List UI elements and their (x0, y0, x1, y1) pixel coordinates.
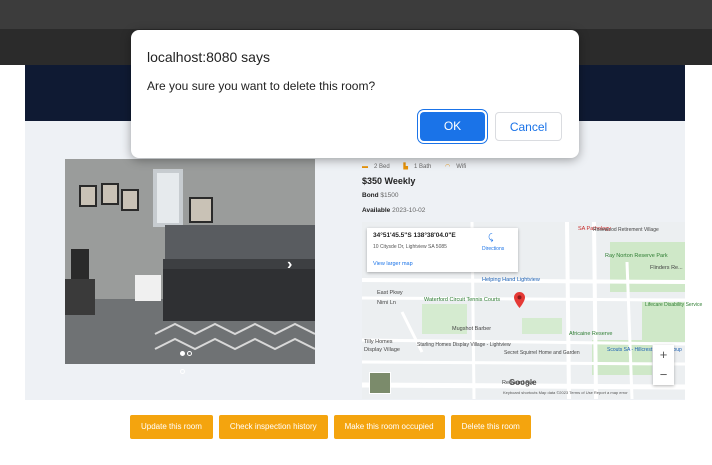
directions-icon[interactable]: ⤹ (488, 232, 493, 243)
carousel-next-icon[interactable]: › (287, 256, 292, 274)
feature-baths-label: 1 Bath (413, 164, 432, 170)
update-room-button[interactable]: Update this room (130, 415, 213, 439)
view-larger-map-link[interactable]: View larger map (373, 261, 413, 267)
map-layer-toggle[interactable] (369, 372, 391, 394)
bond-label: Bond (362, 192, 379, 199)
map-coordinates: 34°51'45.5"S 138°38'04.0"E (373, 232, 456, 239)
feature-beds: ▬ 2 Bed (362, 164, 396, 170)
map-label-africaine: Africaine Reserve (569, 331, 613, 337)
map-address: 10 Citysde Dr, Lightview SA 5085 (373, 244, 447, 250)
dialog-message: Are you sure you want to delete this roo… (147, 79, 376, 93)
directions-link[interactable]: Directions (482, 246, 504, 252)
room-available: Available 2023-10-02 (362, 207, 425, 214)
available-value: 2023-10-02 (392, 207, 426, 214)
map-label-retirement: Rosewood Retirement Village (593, 227, 659, 233)
feature-beds-label: 2 Bed (374, 164, 390, 170)
feature-baths: ▙ 1 Bath (403, 164, 437, 170)
room-bond: Bond $1500 (362, 192, 399, 199)
map-label-lifecare: Lifecare Disability Service (645, 302, 703, 308)
check-inspection-button[interactable]: Check inspection history (218, 415, 328, 439)
delete-room-button[interactable]: Delete this room (450, 415, 531, 439)
map-label-waterford: Waterford Circuit Tennis Courts (424, 297, 501, 303)
map-label-east-pkwy: East Pkwy (377, 290, 403, 296)
map-info-card: 34°51'45.5"S 138°38'04.0"E 10 Citysde Dr… (367, 228, 518, 272)
room-actions: Update this room Check inspection histor… (130, 415, 531, 439)
bed-icon: ▬ (362, 164, 368, 170)
room-photo-carousel[interactable] (65, 159, 315, 364)
map-label-display: Display Village (364, 347, 400, 353)
room-photo (65, 159, 315, 364)
make-occupied-button[interactable]: Make this room occupied (333, 415, 445, 439)
map-label-starling: Starling Homes Display Village - Lightvi… (417, 342, 511, 348)
map-label-mugshot: Mugshot Barber (452, 326, 492, 332)
map-label-secret: Secret Squirrel Home and Garden (504, 350, 580, 356)
confirm-dialog: localhost:8080 says Are you sure you wan… (131, 30, 579, 158)
cancel-button[interactable]: Cancel (495, 112, 562, 141)
carousel-dot-1[interactable] (180, 351, 185, 356)
room-price: $350 Weekly (362, 176, 416, 186)
map-attribution[interactable]: Keyboard shortcuts Map data ©2023 Terms … (503, 390, 628, 395)
zoom-in-button[interactable]: + (653, 345, 674, 365)
room-features: ▬ 2 Bed ▙ 1 Bath ◠ Wifi (362, 163, 478, 170)
feature-wifi: ◠ Wifi (445, 164, 472, 170)
ok-button[interactable]: OK (420, 112, 485, 141)
feature-wifi-label: Wifi (456, 164, 467, 170)
map-marker-icon[interactable] (514, 292, 525, 308)
dialog-title: localhost:8080 says (147, 49, 270, 65)
zoom-out-button[interactable]: − (653, 365, 674, 385)
wifi-icon: ◠ (445, 164, 451, 170)
map-label-tilly: Tilly Homes (364, 339, 393, 345)
map-label-flinders: Flinders Re... (650, 265, 683, 271)
map-label-nirni: Nirni Ln (377, 300, 396, 306)
carousel-dot-3[interactable] (180, 369, 185, 374)
browser-toolbar (0, 0, 712, 29)
bond-value: $1500 (380, 192, 399, 199)
map-label-ray-norton: Ray Norton Reserve Park (605, 253, 668, 259)
available-label: Available (362, 207, 391, 214)
bath-icon: ▙ (403, 164, 408, 170)
carousel-indicators (180, 343, 200, 374)
carousel-dot-2[interactable] (187, 351, 192, 356)
map-zoom-control: + − (653, 345, 674, 385)
map-label-helping-hand: Helping Hand Lightview (482, 277, 540, 283)
google-logo: Google (509, 378, 537, 387)
